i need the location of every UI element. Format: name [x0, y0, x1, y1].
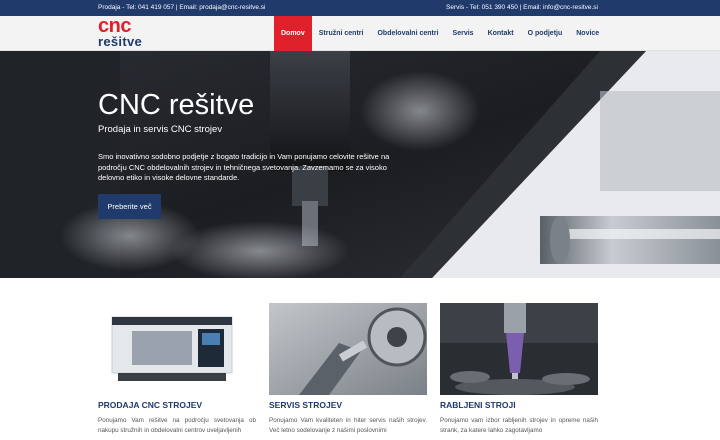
used-machines-image[interactable]	[440, 303, 598, 395]
card-title-sales[interactable]: PRODAJA CNC STROJEV	[98, 400, 256, 410]
hero-title: CNC rešitve	[98, 89, 255, 121]
cnc-lathe-image[interactable]	[98, 303, 256, 395]
hero-banner: CNC rešitve Prodaja in servis CNC stroje…	[0, 51, 720, 278]
logo-cnc-text: cnc	[98, 15, 131, 37]
read-more-button[interactable]: Preberite več	[98, 194, 161, 219]
main-nav: Domov Stružni centri Obdelovalni centri …	[274, 16, 606, 51]
service-card-sales: PRODAJA CNC STROJEV Ponujamo Vam rešitve…	[98, 303, 256, 440]
card-title-used[interactable]: RABLJENI STROJI	[440, 400, 598, 410]
nav-item-domov[interactable]: Domov	[274, 16, 312, 51]
sales-contact-text: Prodaja - Tel: 041 419 057 | Email: prod…	[98, 4, 266, 11]
top-contact-bar: Prodaja - Tel: 041 419 057 | Email: prod…	[0, 0, 720, 16]
service-card-used: RABLJENI STROJI Ponujamo vam izbor rablj…	[440, 303, 598, 440]
main-navbar: cnc rešitve Domov Stružni centri Obdelov…	[0, 16, 720, 51]
nav-item-o-podjetju[interactable]: O podjetju	[521, 16, 570, 51]
machining-servis-image[interactable]	[269, 303, 427, 395]
nav-item-kontakt[interactable]: Kontakt	[481, 16, 521, 51]
card-text-used: Ponujamo vam izbor rabljenih strojev in …	[440, 417, 598, 434]
card-text-sales: Ponujamo Vam rešitve na področju svetova…	[98, 417, 256, 434]
nav-item-novice[interactable]: Novice	[569, 16, 606, 51]
card-text-servis: Ponujamo Vam kvaliteten in hiter servis …	[269, 417, 427, 434]
service-card-servis: SERVIS STROJEV Ponujamo Vam kvaliteten i…	[269, 303, 427, 440]
service-contact-text: Servis - Tel: 051 390 450 | Email: info@…	[446, 4, 598, 11]
logo-resitve-text: rešitve	[98, 34, 143, 49]
hero-subtitle: Prodaja in servis CNC strojev	[98, 124, 223, 135]
nav-item-struzni-centri[interactable]: Stružni centri	[312, 16, 371, 51]
nav-item-servis[interactable]: Servis	[446, 16, 481, 51]
hero-description: Smo inovativno sodobno podjetje z bogato…	[98, 152, 390, 182]
card-title-servis[interactable]: SERVIS STROJEV	[269, 400, 427, 410]
nav-item-obdelovalni-centri[interactable]: Obdelovalni centri	[370, 16, 445, 51]
site-logo[interactable]: cnc rešitve	[98, 15, 154, 50]
